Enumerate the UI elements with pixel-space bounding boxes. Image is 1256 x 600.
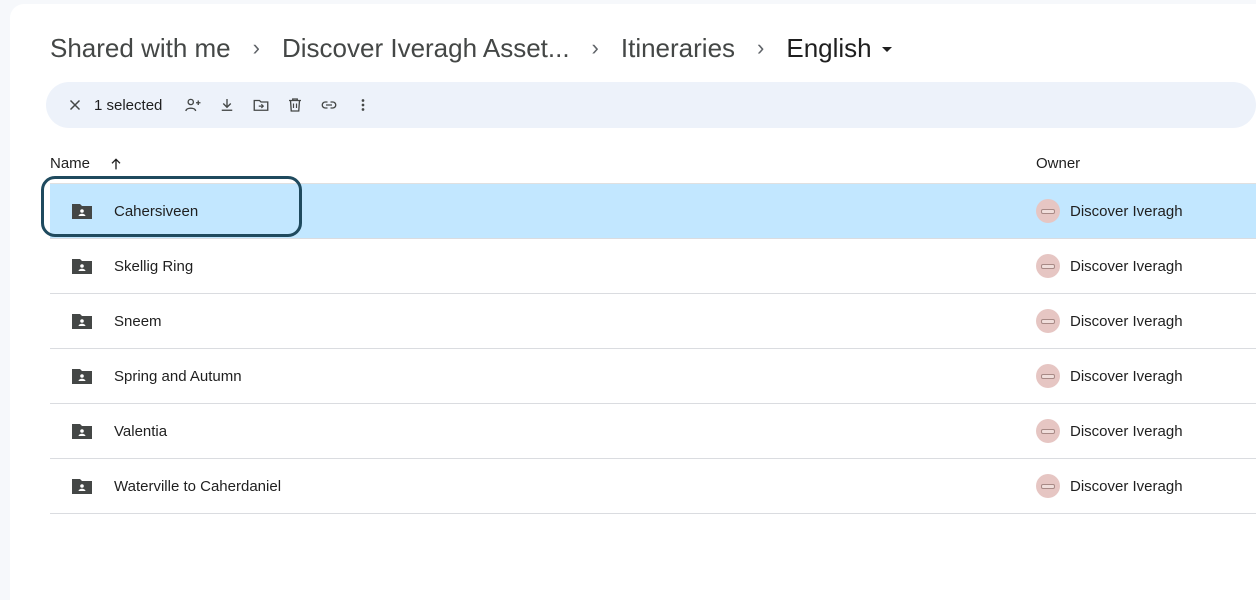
owner-avatar: [1036, 474, 1060, 498]
copy-link-button[interactable]: [312, 88, 346, 122]
name-column-header[interactable]: Name: [50, 155, 1036, 172]
name-cell: Waterville to Caherdaniel: [50, 474, 1036, 498]
name-cell: Spring and Autumn: [50, 364, 1036, 388]
shared-folder-icon: [72, 424, 92, 439]
table-row[interactable]: Waterville to Caherdaniel Discover Ivera…: [50, 459, 1256, 514]
file-list: Name Owner Cahersiveen Discover Iveragh: [41, 144, 1256, 514]
shared-folder-icon: [72, 369, 92, 384]
name-cell: Sneem: [50, 309, 1036, 333]
breadcrumb-current-label: English: [786, 32, 872, 63]
selected-count: 1 selected: [94, 96, 163, 114]
owner-cell: Discover Iveragh: [1036, 474, 1256, 498]
shared-folder-icon: [72, 479, 92, 494]
move-icon: [253, 99, 269, 111]
folder-name: Spring and Autumn: [114, 367, 242, 385]
owner-cell: Discover Iveragh: [1036, 309, 1256, 333]
breadcrumb-separator: ›: [591, 35, 599, 60]
name-cell: Cahersiveen: [50, 199, 1036, 223]
trash-icon: [289, 98, 302, 112]
table-row[interactable]: Spring and Autumn Discover Iveragh: [50, 349, 1256, 404]
owner-avatar: [1036, 199, 1060, 223]
owner-name: Discover Iveragh: [1070, 257, 1183, 275]
owner-name: Discover Iveragh: [1070, 422, 1183, 440]
table-row[interactable]: Valentia Discover Iveragh: [50, 404, 1256, 459]
owner-column-header[interactable]: Owner: [1036, 155, 1256, 172]
name-cell: Valentia: [50, 419, 1036, 443]
folder-name: Skellig Ring: [114, 257, 194, 275]
table-row[interactable]: Sneem Discover Iveragh: [50, 294, 1256, 349]
owner-name: Discover Iveragh: [1070, 477, 1183, 495]
clear-selection-button[interactable]: [58, 88, 92, 122]
close-icon: [69, 99, 81, 111]
download-button[interactable]: [210, 88, 244, 122]
move-button[interactable]: [244, 88, 278, 122]
table-row[interactable]: Cahersiveen Discover Iveragh: [41, 176, 1256, 239]
shared-folder-icon: [72, 259, 92, 274]
breadcrumb-separator: ›: [252, 35, 260, 60]
folder-name: Valentia: [114, 422, 168, 440]
dropdown-caret-icon: [881, 47, 892, 53]
folder-name: Sneem: [114, 312, 162, 330]
owner-name: Discover Iveragh: [1070, 202, 1183, 220]
owner-avatar: [1036, 419, 1060, 443]
owner-name: Discover Iveragh: [1070, 312, 1183, 330]
owner-avatar: [1036, 254, 1060, 278]
more-vert-icon: [362, 99, 365, 111]
folder-name: Waterville to Caherdaniel: [114, 477, 282, 495]
table-body: Cahersiveen Discover Iveragh Skellig Rin…: [41, 176, 1256, 514]
name-cell: Skellig Ring: [50, 254, 1036, 278]
owner-cell: Discover Iveragh: [1036, 199, 1256, 223]
selection-toolbar: 1 selected: [46, 82, 1256, 128]
download-icon: [222, 99, 233, 111]
table-header: Name Owner: [50, 144, 1256, 184]
owner-name: Discover Iveragh: [1070, 367, 1183, 385]
breadcrumb-itineraries[interactable]: Itineraries: [621, 33, 735, 64]
name-column-label: Name: [50, 155, 91, 172]
breadcrumb-shared-with-me[interactable]: Shared with me: [50, 33, 231, 64]
breadcrumb-discover-iveragh-assets[interactable]: Discover Iveragh Asset...: [282, 33, 570, 64]
breadcrumb-separator: ›: [757, 35, 765, 60]
table-row[interactable]: Skellig Ring Discover Iveragh: [50, 239, 1256, 294]
delete-button[interactable]: [278, 88, 312, 122]
owner-avatar: [1036, 364, 1060, 388]
owner-avatar: [1036, 309, 1060, 333]
share-icon: [185, 98, 201, 112]
share-button[interactable]: [176, 88, 210, 122]
owner-cell: Discover Iveragh: [1036, 419, 1256, 443]
sort-ascending-icon[interactable]: [108, 156, 124, 172]
owner-cell: Discover Iveragh: [1036, 254, 1256, 278]
shared-folder-icon: [72, 314, 92, 329]
link-icon: [322, 101, 337, 109]
breadcrumb-current-folder[interactable]: English: [786, 32, 892, 64]
breadcrumb: Shared with me › Discover Iveragh Asset.…: [50, 28, 892, 68]
shared-folder-icon: [72, 204, 92, 219]
more-actions-button[interactable]: [346, 88, 380, 122]
drive-page: Shared with me › Discover Iveragh Asset.…: [10, 4, 1256, 600]
folder-name: Cahersiveen: [114, 202, 199, 220]
owner-cell: Discover Iveragh: [1036, 364, 1256, 388]
